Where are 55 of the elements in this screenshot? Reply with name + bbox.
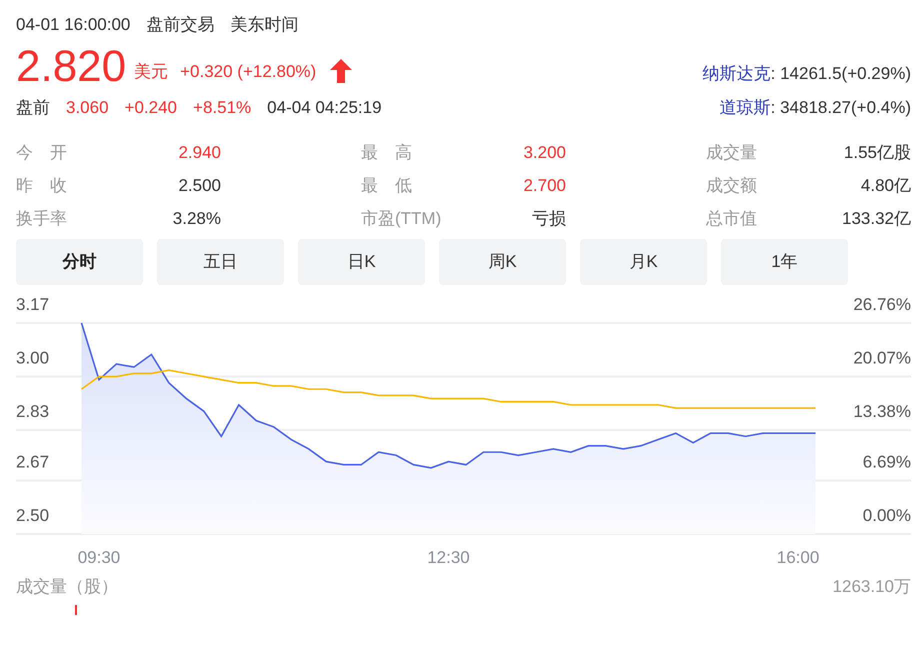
- chart-tab[interactable]: 周K: [439, 239, 566, 285]
- y-axis-label: 2.67: [16, 452, 50, 472]
- x-axis-label: 09:30: [78, 548, 120, 567]
- stat-value: 133.32亿: [842, 208, 911, 230]
- index-link[interactable]: 道琼斯: [720, 98, 771, 117]
- chart-tab[interactable]: 月K: [580, 239, 707, 285]
- stat-value: 2.500: [178, 175, 221, 197]
- stat-value: 2.700: [523, 175, 566, 197]
- y-axis-label: 3.17: [16, 295, 50, 314]
- price-change: +0.320 (+12.80%): [180, 60, 316, 82]
- percent-axis-label: 0.00%: [862, 506, 911, 525]
- chart-tab[interactable]: 五日: [157, 239, 284, 285]
- stat-label: 最 高: [361, 142, 412, 164]
- stat-label: 昨 收: [16, 175, 67, 197]
- quote-time: 04-01 16:00:00: [16, 14, 130, 36]
- stat-value: 3.200: [523, 142, 566, 164]
- percent-axis-label: 13.38%: [853, 402, 911, 422]
- chart-tab[interactable]: 1年: [721, 239, 848, 285]
- premarket-price: 3.060: [66, 97, 109, 119]
- percent-axis-label: 6.69%: [862, 452, 911, 472]
- stat-label: 成交量: [706, 142, 758, 164]
- y-axis-label: 2.83: [16, 402, 50, 422]
- volume-max-label: 1263.10万: [832, 576, 911, 598]
- stat-label: 最 低: [361, 175, 412, 197]
- last-price: 2.820: [16, 43, 126, 91]
- percent-axis-label: 26.76%: [853, 295, 911, 314]
- session-label: 盘前交易: [146, 14, 214, 36]
- stat-value: 2.940: [178, 142, 221, 164]
- stat-label: 换手率: [16, 208, 68, 230]
- index-value: : 34818.27(+0.4%): [770, 98, 911, 117]
- premarket-label: 盘前: [16, 97, 50, 119]
- y-axis-label: 3.00: [16, 348, 50, 368]
- stat-value: 1.55亿股: [844, 142, 911, 164]
- stat-value: 4.80亿: [860, 175, 911, 197]
- premarket-change: +0.240: [124, 97, 178, 119]
- stat-label: 成交额: [706, 175, 758, 197]
- chart-tab[interactable]: 分时: [16, 239, 143, 285]
- x-axis-label: 12:30: [427, 548, 470, 567]
- stat-label: 今 开: [16, 142, 67, 164]
- index-value: : 14261.5(+0.29%): [770, 64, 911, 83]
- currency-label: 美元: [134, 60, 168, 82]
- y-axis-label: 2.50: [16, 506, 50, 525]
- premarket-percent: +8.51%: [193, 97, 252, 119]
- stat-value: 亏损: [532, 208, 566, 230]
- chart-tab[interactable]: 日K: [298, 239, 425, 285]
- premarket-time: 04-04 04:25:19: [267, 97, 382, 119]
- x-axis-label: 16:00: [776, 548, 820, 567]
- index-link[interactable]: 纳斯达克: [702, 64, 771, 83]
- stat-label: 总市值: [706, 208, 758, 230]
- stat-label: 市盈(TTM): [361, 208, 442, 230]
- up-arrow-icon: [330, 59, 352, 83]
- timezone-label: 美东时间: [230, 14, 298, 36]
- volume-label: 成交量（股）: [16, 576, 118, 598]
- stat-value: 3.28%: [172, 208, 221, 230]
- percent-axis-label: 20.07%: [853, 348, 911, 368]
